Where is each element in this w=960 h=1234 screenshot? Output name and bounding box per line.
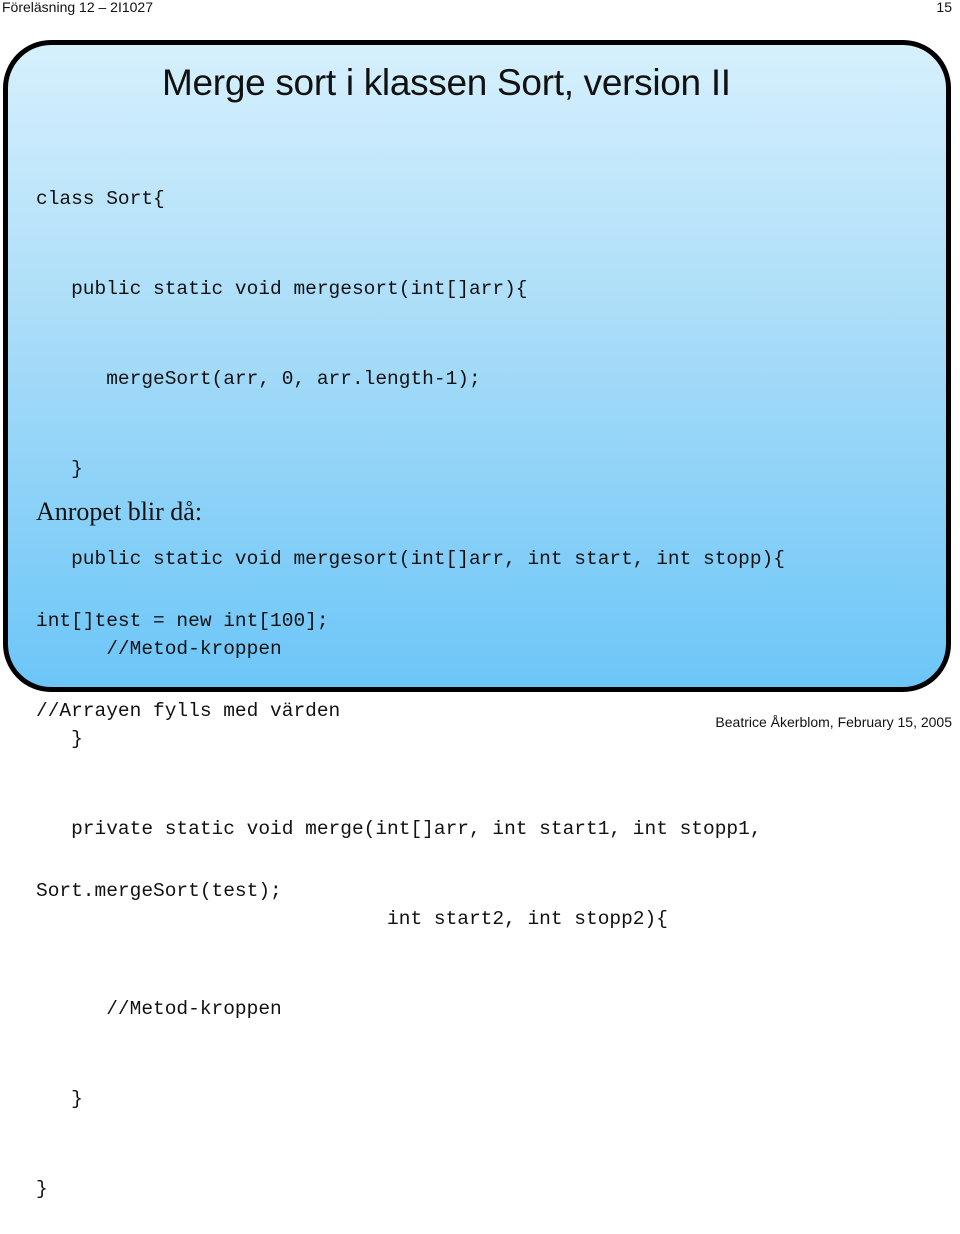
code-line: } xyxy=(36,458,83,480)
code-line: public static void mergesort(int[]arr){ xyxy=(36,278,528,300)
page-number: 15 xyxy=(936,0,952,15)
slide-title: Merge sort i klassen Sort, version II xyxy=(162,62,731,103)
code-line: mergeSort(arr, 0, arr.length-1); xyxy=(36,368,481,390)
code-line: class Sort{ xyxy=(36,188,165,210)
call-code-block: int[]test = new int[100]; //Arrayen fyll… xyxy=(36,546,340,936)
code-line: } xyxy=(36,1178,48,1200)
author-date-footer: Beatrice Åkerblom, February 15, 2005 xyxy=(715,714,952,730)
lecture-header: Föreläsning 12 – 2I1027 xyxy=(2,0,153,15)
code-line: int[]test = new int[100]; xyxy=(36,610,329,632)
code-line: //Metod-kroppen xyxy=(36,998,282,1020)
call-heading: Anropet blir då: xyxy=(36,497,203,526)
code-line: Sort.mergeSort(test); xyxy=(36,880,282,902)
code-line: //Arrayen fylls med värden xyxy=(36,700,341,722)
code-line: } xyxy=(36,1088,83,1110)
